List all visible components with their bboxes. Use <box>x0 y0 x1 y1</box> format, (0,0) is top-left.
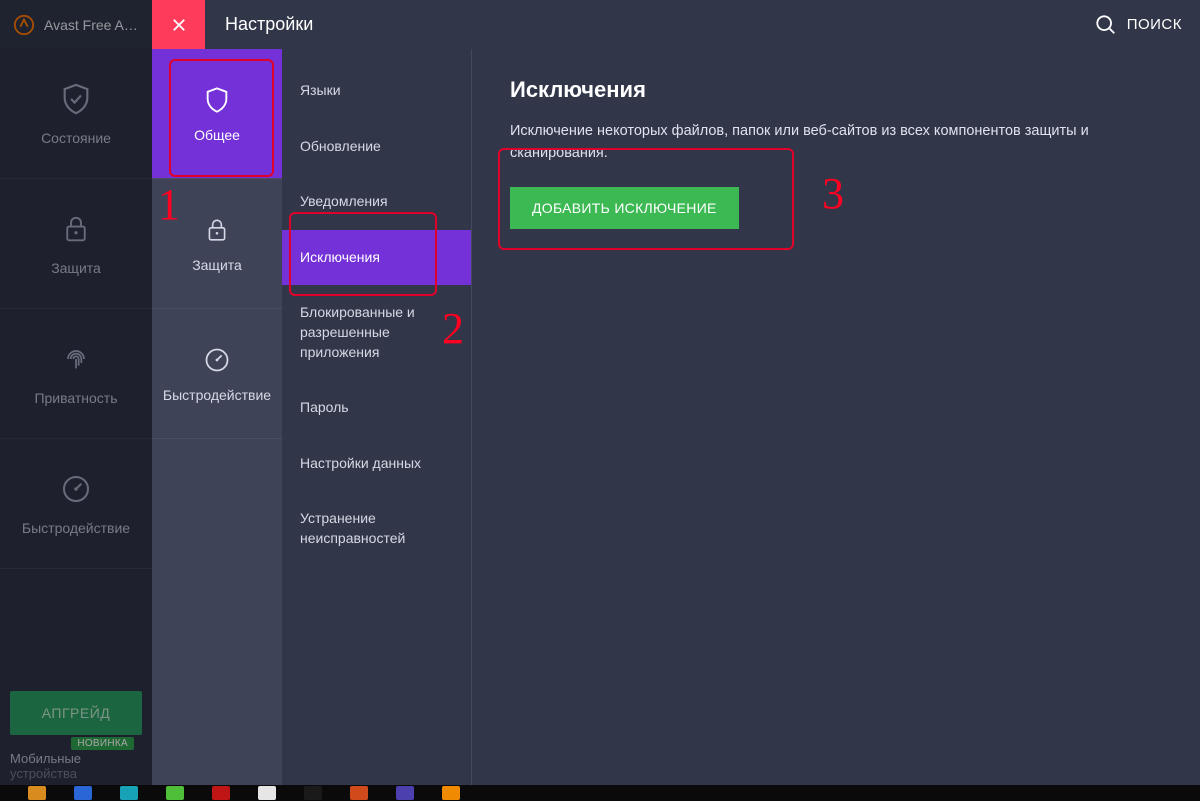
page-description: Исключение некоторых файлов, папок или в… <box>510 121 1162 165</box>
nav-privacy[interactable]: Приватность <box>0 309 152 439</box>
shield-check-icon <box>59 82 93 116</box>
taskbar-icon[interactable] <box>350 786 368 800</box>
taskbar-icon[interactable] <box>442 786 460 800</box>
submenu-languages[interactable]: Языки <box>282 63 471 119</box>
close-settings-button[interactable] <box>152 0 205 49</box>
shield-icon <box>202 85 232 115</box>
taskbar-icon[interactable] <box>28 786 46 800</box>
nav-label: Быстродействие <box>22 520 130 536</box>
nav-label: Состояние <box>41 130 111 146</box>
main-nav: Состояние Защита Приватность Быстродейст… <box>0 49 152 785</box>
app-logo: Avast Free A… <box>0 13 138 37</box>
lock-icon <box>59 212 93 246</box>
lock-icon <box>202 215 232 245</box>
submenu-notifications[interactable]: Уведомления <box>282 174 471 230</box>
new-badge: НОВИНКА <box>71 737 134 750</box>
category-performance[interactable]: Быстродействие <box>152 309 282 439</box>
nav-label: Защита <box>51 260 101 276</box>
category-general[interactable]: Общее <box>152 49 282 179</box>
windows-taskbar[interactable] <box>0 785 1200 801</box>
nav-performance[interactable]: Быстродействие <box>0 439 152 569</box>
nav-label: Приватность <box>34 390 117 406</box>
upgrade-button[interactable]: АПГРЕЙД <box>10 691 142 735</box>
submenu-exceptions[interactable]: Исключения <box>282 230 471 286</box>
submenu-troubleshoot[interactable]: Устранение неисправностей <box>282 491 471 566</box>
category-label: Общее <box>194 127 240 143</box>
gauge-icon <box>59 472 93 506</box>
mobile-devices-link[interactable]: НОВИНКА Мобильные устройства <box>0 745 152 785</box>
category-label: Защита <box>192 257 242 273</box>
nav-protection[interactable]: Защита <box>0 179 152 309</box>
search-icon <box>1095 14 1117 36</box>
titlebar: Avast Free A… Настройки ПОИСК <box>0 0 1200 49</box>
content-pane: Исключения Исключение некоторых файлов, … <box>472 49 1200 785</box>
settings-title: Настройки <box>225 0 313 49</box>
app-name: Avast Free A… <box>44 17 138 33</box>
close-icon <box>170 16 188 34</box>
submenu-blocked-apps[interactable]: Блокированные и разрешенные приложения <box>282 285 471 380</box>
taskbar-icon[interactable] <box>304 786 322 800</box>
taskbar-icon[interactable] <box>258 786 276 800</box>
taskbar-icon[interactable] <box>212 786 230 800</box>
page-title: Исключения <box>510 77 1162 103</box>
submenu-data-settings[interactable]: Настройки данных <box>282 436 471 492</box>
category-label: Быстродействие <box>163 387 271 403</box>
avast-logo-icon <box>12 13 36 37</box>
nav-status[interactable]: Состояние <box>0 49 152 179</box>
settings-categories: Общее Защита Быстродействие <box>152 49 282 785</box>
settings-submenu: Языки Обновление Уведомления Исключения … <box>282 49 472 785</box>
taskbar-icon[interactable] <box>396 786 414 800</box>
gauge-icon <box>202 345 232 375</box>
submenu-update[interactable]: Обновление <box>282 119 471 175</box>
search-button[interactable]: ПОИСК <box>1095 0 1182 49</box>
fingerprint-icon <box>59 342 93 376</box>
submenu-password[interactable]: Пароль <box>282 380 471 436</box>
taskbar-icon[interactable] <box>74 786 92 800</box>
taskbar-icon[interactable] <box>166 786 184 800</box>
search-label: ПОИСК <box>1127 16 1182 33</box>
add-exception-button[interactable]: ДОБАВИТЬ ИСКЛЮЧЕНИЕ <box>510 187 739 229</box>
taskbar-icon[interactable] <box>120 786 138 800</box>
category-protection[interactable]: Защита <box>152 179 282 309</box>
